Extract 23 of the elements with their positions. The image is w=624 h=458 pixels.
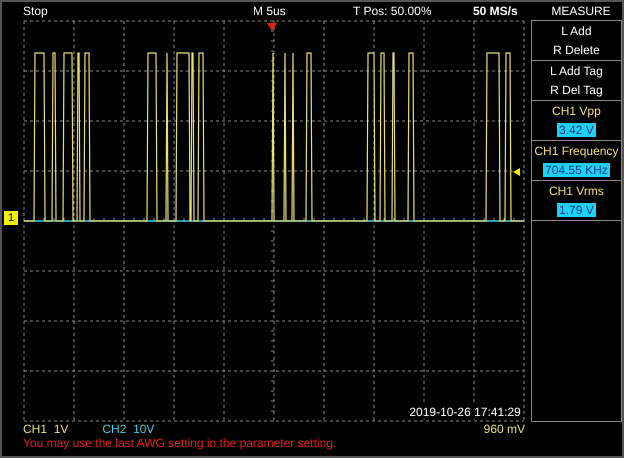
run-state: Stop (23, 4, 49, 18)
menu-option[interactable]: L Add (561, 24, 592, 38)
channel-scale: CH1 1V (23, 422, 68, 436)
trigger-level: 960 mV (484, 422, 525, 436)
measurement-value: 3.42 V (557, 123, 596, 138)
timebase: M 5us (253, 4, 287, 18)
measurement-label: CH1 Vrms (548, 184, 604, 198)
measurement-label: CH1 Frequency (534, 144, 618, 158)
measurement-label: CH1 Vpp (552, 104, 601, 118)
menu-title: MEASURE (550, 4, 612, 18)
menu-option[interactable]: R Del Tag (550, 83, 603, 98)
trigger-position-icon (266, 23, 277, 31)
sample-rate: 50 MS/s (473, 4, 519, 18)
trigger-level-icon (512, 168, 520, 176)
measurement-value: 1.79 V (557, 203, 596, 218)
timestamp: 2019-10-26 17:41:29 (409, 405, 521, 419)
menu-option[interactable]: L Add Tag (550, 64, 603, 78)
channel-scale: CH2 10V (102, 422, 154, 436)
menu-option[interactable]: R Delete (553, 43, 600, 58)
trigger-position: T Pos: 50.00% (353, 4, 432, 18)
channel-marker: 1 (4, 211, 18, 225)
measurement-value: 704.55 KHz (543, 163, 610, 178)
status-message: You may use the last AWG setting in the parameter setting. (23, 436, 338, 450)
